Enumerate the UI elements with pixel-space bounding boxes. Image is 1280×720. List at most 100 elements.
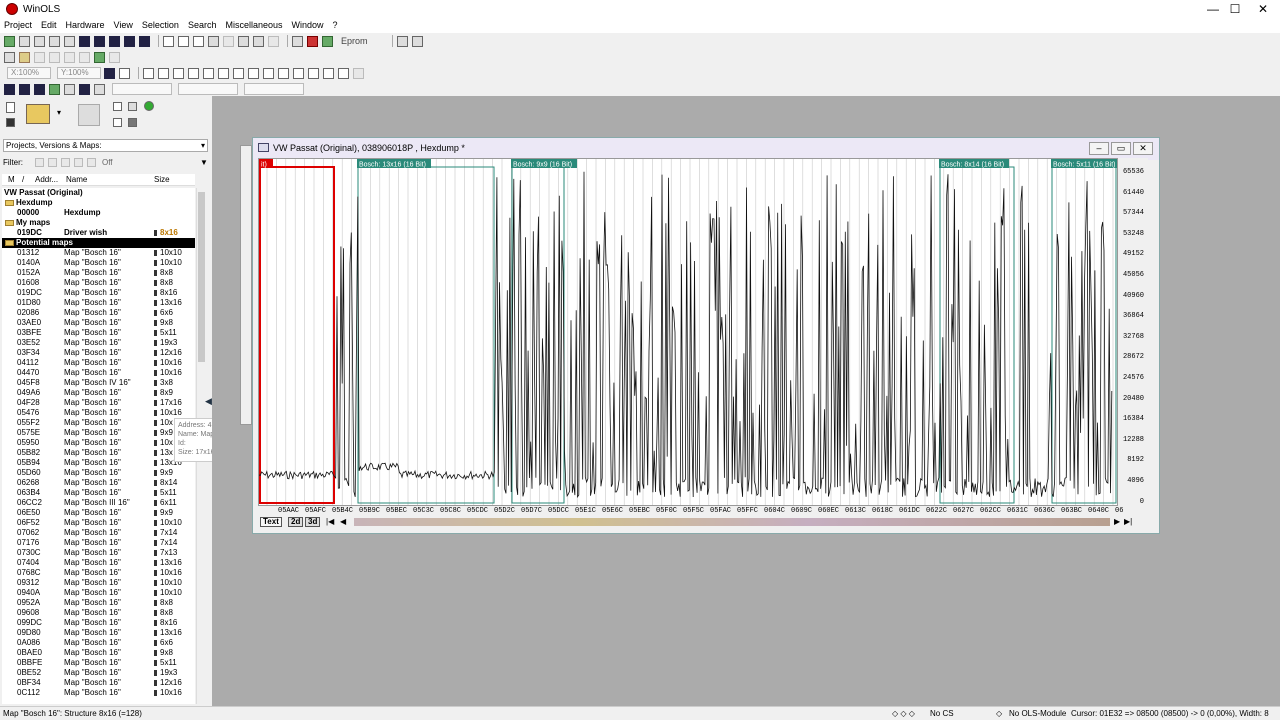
map-list-item[interactable]: 0575E Map "Bosch 16" 9x9 [2,428,195,438]
edit-4-icon[interactable] [79,51,90,63]
menu-project[interactable]: Project [4,20,32,30]
save-file-icon[interactable] [6,118,15,127]
map-list-item[interactable]: 03F34 Map "Bosch 16" 12x16 [2,348,195,358]
tree-item[interactable]: 019DC Driver wish 8x16 [2,228,195,238]
zoom-y-combo[interactable]: Y:100% [57,67,101,79]
back-icon[interactable] [223,35,234,47]
list-icon[interactable] [109,35,120,47]
map-list-item[interactable]: 01D80 Map "Bosch 16" 13x16 [2,298,195,308]
width-8-icon[interactable] [248,67,259,79]
width-2-icon[interactable] [158,67,169,79]
map-list-item[interactable]: 06F52 Map "Bosch 16" 10x10 [2,518,195,528]
header-size[interactable]: Size [154,175,170,184]
map-nav-2-icon[interactable] [19,83,30,95]
map-list-item[interactable]: 03E52 Map "Bosch 16" 19x3 [2,338,195,348]
open-icon[interactable] [19,35,30,47]
map-list-item[interactable]: 049A6 Map "Bosch 16" 8x9 [2,388,195,398]
map-list-item[interactable]: 0940A Map "Bosch 16" 10x10 [2,588,195,598]
open-dropdown-icon[interactable]: ▾ [57,108,61,117]
menu-search[interactable]: Search [188,20,217,30]
filter-1-icon[interactable] [35,158,44,167]
map-list-item[interactable]: 0730C Map "Bosch 16" 7x13 [2,548,195,558]
scroll-last-icon[interactable]: ▶| [1124,517,1132,526]
open-folder-icon[interactable] [26,104,50,124]
checksum-icon[interactable] [292,35,303,47]
map-list-item[interactable]: 09608 Map "Bosch 16" 8x8 [2,608,195,618]
verify-icon[interactable] [307,35,318,47]
map-list-item[interactable]: 06268 Map "Bosch 16" 8x14 [2,478,195,488]
width-1-icon[interactable] [143,67,154,79]
width-6-icon[interactable] [218,67,229,79]
menu-hardware[interactable]: Hardware [66,20,105,30]
background-window[interactable] [240,145,252,425]
map-list-item[interactable]: 063B4 Map "Bosch 16" 5x11 [2,488,195,498]
menu-selection[interactable]: Selection [142,20,179,30]
map-box[interactable] [259,166,335,504]
bookmark-next-icon[interactable] [253,35,264,47]
map-nav-6-icon[interactable] [79,83,90,95]
print-list-icon[interactable] [128,118,137,127]
first-icon[interactable] [79,35,90,47]
edit-1-icon[interactable] [34,51,45,63]
factor-icon[interactable] [323,67,334,79]
header-slash[interactable]: / [22,175,24,184]
hexdump-window-titlebar[interactable]: VW Passat (Original), 038906018P , Hexdu… [253,138,1159,160]
percent-icon[interactable] [293,67,304,79]
tools-icon[interactable] [208,35,219,47]
map-list-item[interactable]: 09312 Map "Bosch 16" 10x10 [2,578,195,588]
last-icon[interactable] [139,35,150,47]
menu-help[interactable]: ? [333,20,338,30]
tab-2d[interactable]: 2d [288,517,304,527]
map-nav-5-icon[interactable] [64,83,75,95]
map-list-item[interactable]: 05476 Map "Bosch 16" 10x16 [2,408,195,418]
filter-4-icon[interactable] [74,158,83,167]
edit-3-icon[interactable] [64,51,75,63]
map-list-item[interactable]: 04112 Map "Bosch 16" 10x16 [2,358,195,368]
map-list-item[interactable]: 01608 Map "Bosch 16" 8x8 [2,278,195,288]
view-dec-icon[interactable] [119,67,130,79]
tree-item[interactable]: 00000 Hexdump [2,208,195,218]
width-10-icon[interactable] [278,67,289,79]
value-combo[interactable] [178,83,238,95]
map-list-item[interactable]: 03AE0 Map "Bosch 16" 9x8 [2,318,195,328]
map-list-item[interactable]: 0BE52 Map "Bosch 16" 19x3 [2,668,195,678]
map-list-item[interactable]: 0140A Map "Bosch 16" 10x10 [2,258,195,268]
chevron-down-icon[interactable]: ▾ [201,140,205,151]
map-list-item[interactable]: 0C112 Map "Bosch 16" 10x16 [2,688,195,698]
scrollbar-thumb[interactable] [198,192,205,362]
map-nav-4-icon[interactable] [49,83,60,95]
tree-group[interactable]: Potential maps [2,238,195,248]
menu-window[interactable]: Window [292,20,324,30]
map-nav-7-icon[interactable] [94,83,105,95]
help-icon[interactable] [396,35,408,47]
width-5-icon[interactable] [203,67,214,79]
edit-5-icon[interactable] [94,51,105,63]
header-address[interactable]: Addr... [35,175,58,184]
width-4-icon[interactable] [188,67,199,79]
window-minimize-button[interactable]: – [1089,142,1109,155]
scroll-prev-icon[interactable]: ◀ [340,517,346,526]
map-list-item[interactable]: 06E50 Map "Bosch 16" 9x9 [2,508,195,518]
sign-icon[interactable] [308,67,319,79]
map-list-item[interactable]: 0A086 Map "Bosch 16" 6x6 [2,638,195,648]
filter-3-icon[interactable] [61,158,70,167]
forward-icon[interactable] [268,35,279,47]
map-list-item[interactable]: 01312 Map "Bosch 16" 10x10 [2,248,195,258]
close-button[interactable]: ✕ [1246,0,1280,18]
exit-icon[interactable] [113,118,122,127]
menu-view[interactable]: View [114,20,133,30]
project-root[interactable]: VW Passat (Original) [2,188,195,198]
view-hex-icon[interactable] [104,67,115,79]
width-7-icon[interactable] [233,67,244,79]
tree-group[interactable]: My maps [2,218,195,228]
next-icon[interactable] [124,35,135,47]
window-close-button[interactable]: ✕ [1133,142,1153,155]
map-list-item[interactable]: 0BF34 Map "Bosch 16" 12x16 [2,678,195,688]
settings-icon[interactable] [128,102,137,111]
original-icon[interactable] [338,67,349,79]
tree-group[interactable]: Hexdump [2,198,195,208]
hexdump-2d-plot[interactable]: it) Bosch: 13x16 (16 Bit) Bosch: 9x9 (16 B… [258,158,1118,506]
map-list-item[interactable]: 0BAE0 Map "Bosch 16" 9x8 [2,648,195,658]
map-list-item[interactable]: 07176 Map "Bosch 16" 7x14 [2,538,195,548]
map-list-item[interactable]: 0152A Map "Bosch 16" 8x8 [2,268,195,278]
